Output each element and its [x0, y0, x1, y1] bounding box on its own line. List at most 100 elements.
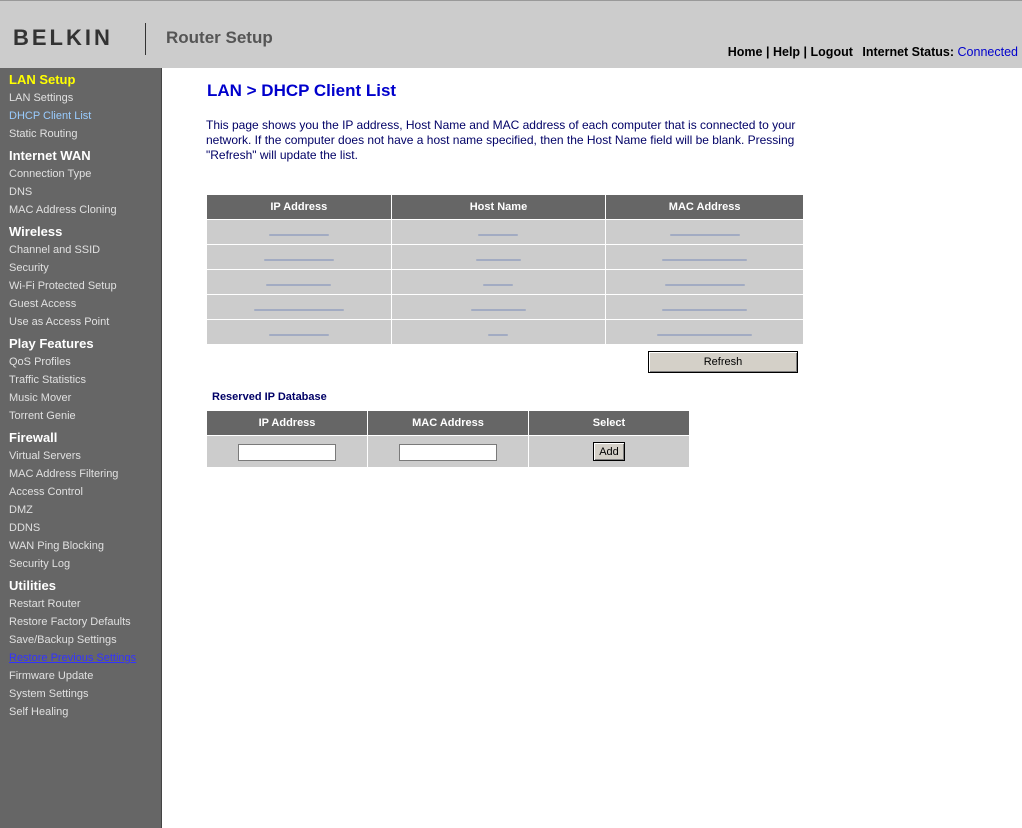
- sidebar-item-firmware-update[interactable]: Firmware Update: [9, 670, 93, 682]
- sidebar-section-utilities: Utilities: [9, 578, 56, 593]
- mac-cell: [368, 436, 528, 467]
- nav-separator: |: [803, 45, 808, 59]
- sidebar-item-wi-fi-protected-setup[interactable]: Wi-Fi Protected Setup: [9, 280, 117, 292]
- sidebar-section-firewall: Firewall: [9, 430, 58, 445]
- column-header-mac: MAC Address: [606, 195, 803, 219]
- sidebar-item-use-as-access-point[interactable]: Use as Access Point: [9, 316, 109, 328]
- table-header-row: IP Address Host Name MAC Address: [207, 195, 803, 219]
- table-row: [207, 270, 803, 294]
- sidebar-item-restart-router[interactable]: Restart Router: [9, 598, 81, 610]
- table-row: [207, 220, 803, 244]
- ip-cell: [207, 320, 391, 344]
- sidebar-item-lan-settings[interactable]: LAN Settings: [9, 92, 73, 104]
- reserved-mac-input[interactable]: [399, 443, 497, 461]
- redacted-value: [266, 284, 332, 286]
- sidebar-item-dhcp-client-list[interactable]: DHCP Client List: [9, 110, 91, 122]
- column-header-host: Host Name: [391, 195, 606, 219]
- sidebar-item-qos-profiles[interactable]: QoS Profiles: [9, 356, 71, 368]
- belkin-logo: BELKIN: [13, 25, 113, 50]
- sidebar-item-virtual-servers[interactable]: Virtual Servers: [9, 450, 81, 462]
- redacted-value: [488, 334, 509, 336]
- home-link[interactable]: Home: [728, 45, 763, 59]
- help-link[interactable]: Help: [773, 45, 800, 59]
- column-header-mac: MAC Address: [368, 411, 528, 435]
- table-header-row: IP Address MAC Address Select: [207, 411, 689, 435]
- mac-cell: [606, 320, 803, 344]
- sidebar-item-mac-address-filtering[interactable]: MAC Address Filtering: [9, 468, 118, 480]
- column-header-ip: IP Address: [207, 195, 391, 219]
- redacted-value: [470, 309, 526, 311]
- ip-cell: [207, 220, 391, 244]
- refresh-button[interactable]: Refresh: [648, 351, 798, 373]
- ip-cell: [207, 245, 391, 269]
- redacted-value: [662, 259, 748, 261]
- reserved-ip-table: IP Address MAC Address Select Add: [206, 410, 690, 468]
- sidebar-section-wireless: Wireless: [9, 224, 63, 239]
- reserved-ip-title: Reserved IP Database: [212, 391, 327, 403]
- select-cell: Add: [529, 436, 689, 467]
- redacted-value: [475, 259, 521, 261]
- internet-status-value: Connected: [957, 45, 1018, 59]
- redacted-value: [483, 284, 514, 286]
- app-title: Router Setup: [166, 28, 273, 47]
- host-cell: [391, 320, 606, 344]
- add-button[interactable]: Add: [593, 442, 625, 462]
- sidebar-section-internet-wan: Internet WAN: [9, 148, 91, 163]
- sidebar-section-lan-setup: LAN Setup: [9, 72, 76, 87]
- host-cell: [391, 270, 606, 294]
- sidebar-item-connection-type[interactable]: Connection Type: [9, 168, 91, 180]
- sidebar-item-torrent-genie[interactable]: Torrent Genie: [9, 410, 76, 422]
- column-header-ip: IP Address: [207, 411, 367, 435]
- nav-separator: |: [765, 45, 770, 59]
- ip-cell: [207, 436, 367, 467]
- redacted-value: [657, 334, 753, 336]
- logout-link[interactable]: Logout: [811, 45, 853, 59]
- sidebar-item-guest-access[interactable]: Guest Access: [9, 298, 76, 310]
- sidebar-item-mac-address-cloning[interactable]: MAC Address Cloning: [9, 204, 117, 216]
- internet-status-label: Internet Status:: [862, 45, 955, 59]
- sidebar-item-self-healing[interactable]: Self Healing: [9, 706, 68, 718]
- redacted-value: [669, 234, 740, 236]
- page-description: This page shows you the IP address, Host…: [206, 118, 796, 162]
- dhcp-client-table: IP Address Host Name MAC Address: [206, 194, 804, 345]
- sidebar-item-system-settings[interactable]: System Settings: [9, 688, 88, 700]
- sidebar-item-static-routing[interactable]: Static Routing: [9, 128, 77, 140]
- page-title: LAN > DHCP Client List: [207, 81, 397, 100]
- sidebar-item-ddns[interactable]: DDNS: [9, 522, 40, 534]
- reserved-ip-input[interactable]: [238, 443, 336, 461]
- table-row: Add: [207, 436, 689, 467]
- sidebar-item-dns[interactable]: DNS: [9, 186, 32, 198]
- sidebar-item-wan-ping-blocking[interactable]: WAN Ping Blocking: [9, 540, 104, 552]
- top-nav: Home | Help | Logout Internet Status: Co…: [728, 45, 1018, 59]
- redacted-value: [478, 234, 519, 236]
- logo-divider: [145, 23, 146, 55]
- sidebar: LAN Setup LAN Settings DHCP Client List Sta…: [0, 68, 162, 828]
- mac-cell: [606, 295, 803, 319]
- sidebar-item-restore-factory-defaults[interactable]: Restore Factory Defaults: [9, 616, 131, 628]
- redacted-value: [664, 284, 745, 286]
- table-row: [207, 320, 803, 344]
- sidebar-item-traffic-statistics[interactable]: Traffic Statistics: [9, 374, 86, 386]
- sidebar-item-music-mover[interactable]: Music Mover: [9, 392, 71, 404]
- sidebar-item-security[interactable]: Security: [9, 262, 49, 274]
- sidebar-item-channel-and-ssid[interactable]: Channel and SSID: [9, 244, 100, 256]
- ip-cell: [207, 295, 391, 319]
- redacted-value: [662, 309, 748, 311]
- table-row: [207, 295, 803, 319]
- host-cell: [391, 220, 606, 244]
- redacted-value: [268, 334, 329, 336]
- redacted-value: [263, 259, 334, 261]
- column-header-select: Select: [529, 411, 689, 435]
- redacted-value: [268, 234, 329, 236]
- ip-cell: [207, 270, 391, 294]
- mac-cell: [606, 270, 803, 294]
- sidebar-item-dmz[interactable]: DMZ: [9, 504, 33, 516]
- header: BELKIN Router Setup Home | Help | Logout…: [0, 0, 1022, 68]
- sidebar-section-play-features: Play Features: [9, 336, 94, 351]
- sidebar-item-restore-previous-settings[interactable]: Restore Previous Settings: [9, 652, 136, 664]
- redacted-value: [253, 309, 344, 311]
- sidebar-item-save-backup-settings[interactable]: Save/Backup Settings: [9, 634, 117, 646]
- sidebar-item-access-control[interactable]: Access Control: [9, 486, 83, 498]
- sidebar-item-security-log[interactable]: Security Log: [9, 558, 70, 570]
- mac-cell: [606, 245, 803, 269]
